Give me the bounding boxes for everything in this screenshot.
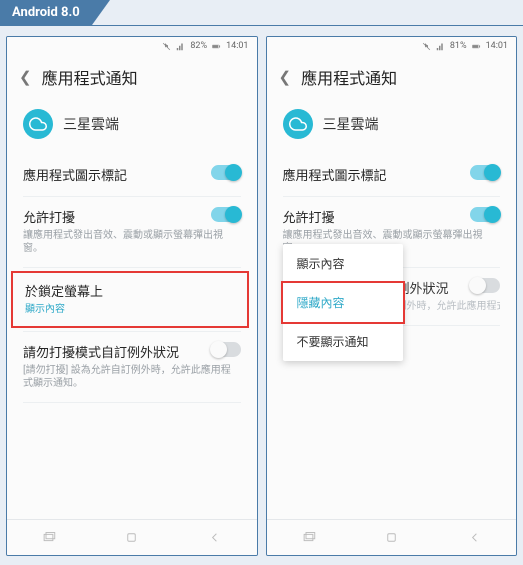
divider	[23, 402, 241, 403]
app-info-section: 三星雲端	[267, 99, 517, 155]
row-lockscreen[interactable]: 於鎖定螢幕上 顯示內容	[13, 273, 247, 326]
content-area: 三星雲端 應用程式圖示標記 允許打擾 讓應用程式發出音效、震動或顯示螢幕彈出視窗…	[7, 99, 257, 519]
toggle-disturb[interactable]	[211, 207, 241, 222]
row-title: 允許打擾	[23, 207, 241, 226]
app-bar: ❮ 應用程式通知	[267, 55, 517, 99]
page-title: 應用程式通知	[42, 65, 138, 89]
cloud-icon	[23, 109, 53, 139]
phones-container: 82% 14:01 ❮ 應用程式通知 三星雲端 應用程式圖示標記 允許打擾 讓應…	[0, 26, 523, 562]
mute-icon	[162, 42, 171, 51]
phone-right: 81% 14:01 ❮ 應用程式通知 三星雲端 應用程式圖示標記 允許打擾 讓應…	[266, 36, 518, 556]
mute-icon	[422, 42, 431, 51]
row-subtitle: 顯示內容	[25, 303, 235, 316]
back-button[interactable]: ❮	[279, 68, 292, 86]
time-text: 14:01	[486, 41, 508, 51]
version-tab-header: Android 8.0	[0, 0, 523, 26]
signal-icon	[176, 42, 185, 51]
version-tab-label: Android 8.0	[0, 0, 92, 25]
content-area: 三星雲端 應用程式圖示標記 允許打擾 讓應用程式發出音效、震動或顯示螢幕彈出視窗…	[267, 99, 517, 519]
row-allow-disturb[interactable]: 允許打擾 讓應用程式發出音效、震動或顯示螢幕彈出視窗。	[7, 197, 257, 267]
back-button[interactable]: ❮	[19, 68, 32, 86]
tab-slant-decoration	[92, 0, 110, 25]
row-subtitle: 讓應用程式發出音效、震動或顯示螢幕彈出視窗。	[23, 229, 241, 255]
row-title: 於鎖定螢幕上	[25, 281, 235, 300]
toggle-dnd[interactable]	[211, 342, 241, 357]
row-subtitle-partial: 例外時，允許此應用程式	[397, 300, 501, 313]
row-subtitle: [請勿打擾] 設為允許自訂例外時，允許此應用程式顯示通知。	[23, 364, 241, 390]
signal-icon	[436, 42, 445, 51]
page-title: 應用程式通知	[301, 65, 397, 89]
nav-bar	[267, 519, 517, 555]
nav-home-icon[interactable]	[124, 530, 139, 545]
nav-bar	[7, 519, 257, 555]
row-title: 請勿打擾模式自訂例外狀況	[23, 342, 241, 361]
battery-icon	[472, 42, 481, 51]
time-text: 14:01	[226, 41, 248, 51]
status-bar: 82% 14:01	[7, 37, 257, 55]
row-badge[interactable]: 應用程式圖示標記	[7, 155, 257, 196]
status-bar: 81% 14:01	[267, 37, 517, 55]
toggle-badge[interactable]	[211, 165, 241, 180]
toggle-dnd[interactable]	[470, 278, 500, 293]
row-title: 應用程式圖示標記	[283, 165, 501, 184]
app-bar: ❮ 應用程式通知	[7, 55, 257, 99]
row-dnd-exception[interactable]: 請勿打擾模式自訂例外狀況 [請勿打擾] 設為允許自訂例外時，允許此應用程式顯示通…	[7, 332, 257, 402]
lockscreen-dropdown: 顯示內容 隱藏內容 不要顯示通知	[283, 244, 403, 361]
toggle-disturb[interactable]	[470, 207, 500, 222]
battery-text: 81%	[450, 41, 467, 51]
row-badge[interactable]: 應用程式圖示標記	[267, 155, 517, 196]
app-name: 三星雲端	[323, 114, 379, 134]
nav-recents-icon[interactable]	[41, 530, 56, 545]
nav-home-icon[interactable]	[384, 530, 399, 545]
nav-recents-icon[interactable]	[301, 530, 316, 545]
nav-back-icon[interactable]	[467, 530, 482, 545]
dropdown-item-show[interactable]: 顯示內容	[283, 244, 403, 283]
highlight-box-lockscreen: 於鎖定螢幕上 顯示內容	[11, 271, 249, 328]
battery-icon	[212, 42, 221, 51]
toggle-badge[interactable]	[470, 165, 500, 180]
app-name: 三星雲端	[63, 114, 119, 134]
row-title: 應用程式圖示標記	[23, 165, 241, 184]
nav-back-icon[interactable]	[207, 530, 222, 545]
dropdown-item-none[interactable]: 不要顯示通知	[283, 322, 403, 361]
dropdown-item-hide[interactable]: 隱藏內容	[281, 281, 405, 324]
divider	[23, 267, 241, 268]
battery-text: 82%	[190, 41, 207, 51]
row-title: 允許打擾	[283, 207, 501, 226]
app-info-section: 三星雲端	[7, 99, 257, 155]
phone-left: 82% 14:01 ❮ 應用程式通知 三星雲端 應用程式圖示標記 允許打擾 讓應…	[6, 36, 258, 556]
cloud-icon	[283, 109, 313, 139]
